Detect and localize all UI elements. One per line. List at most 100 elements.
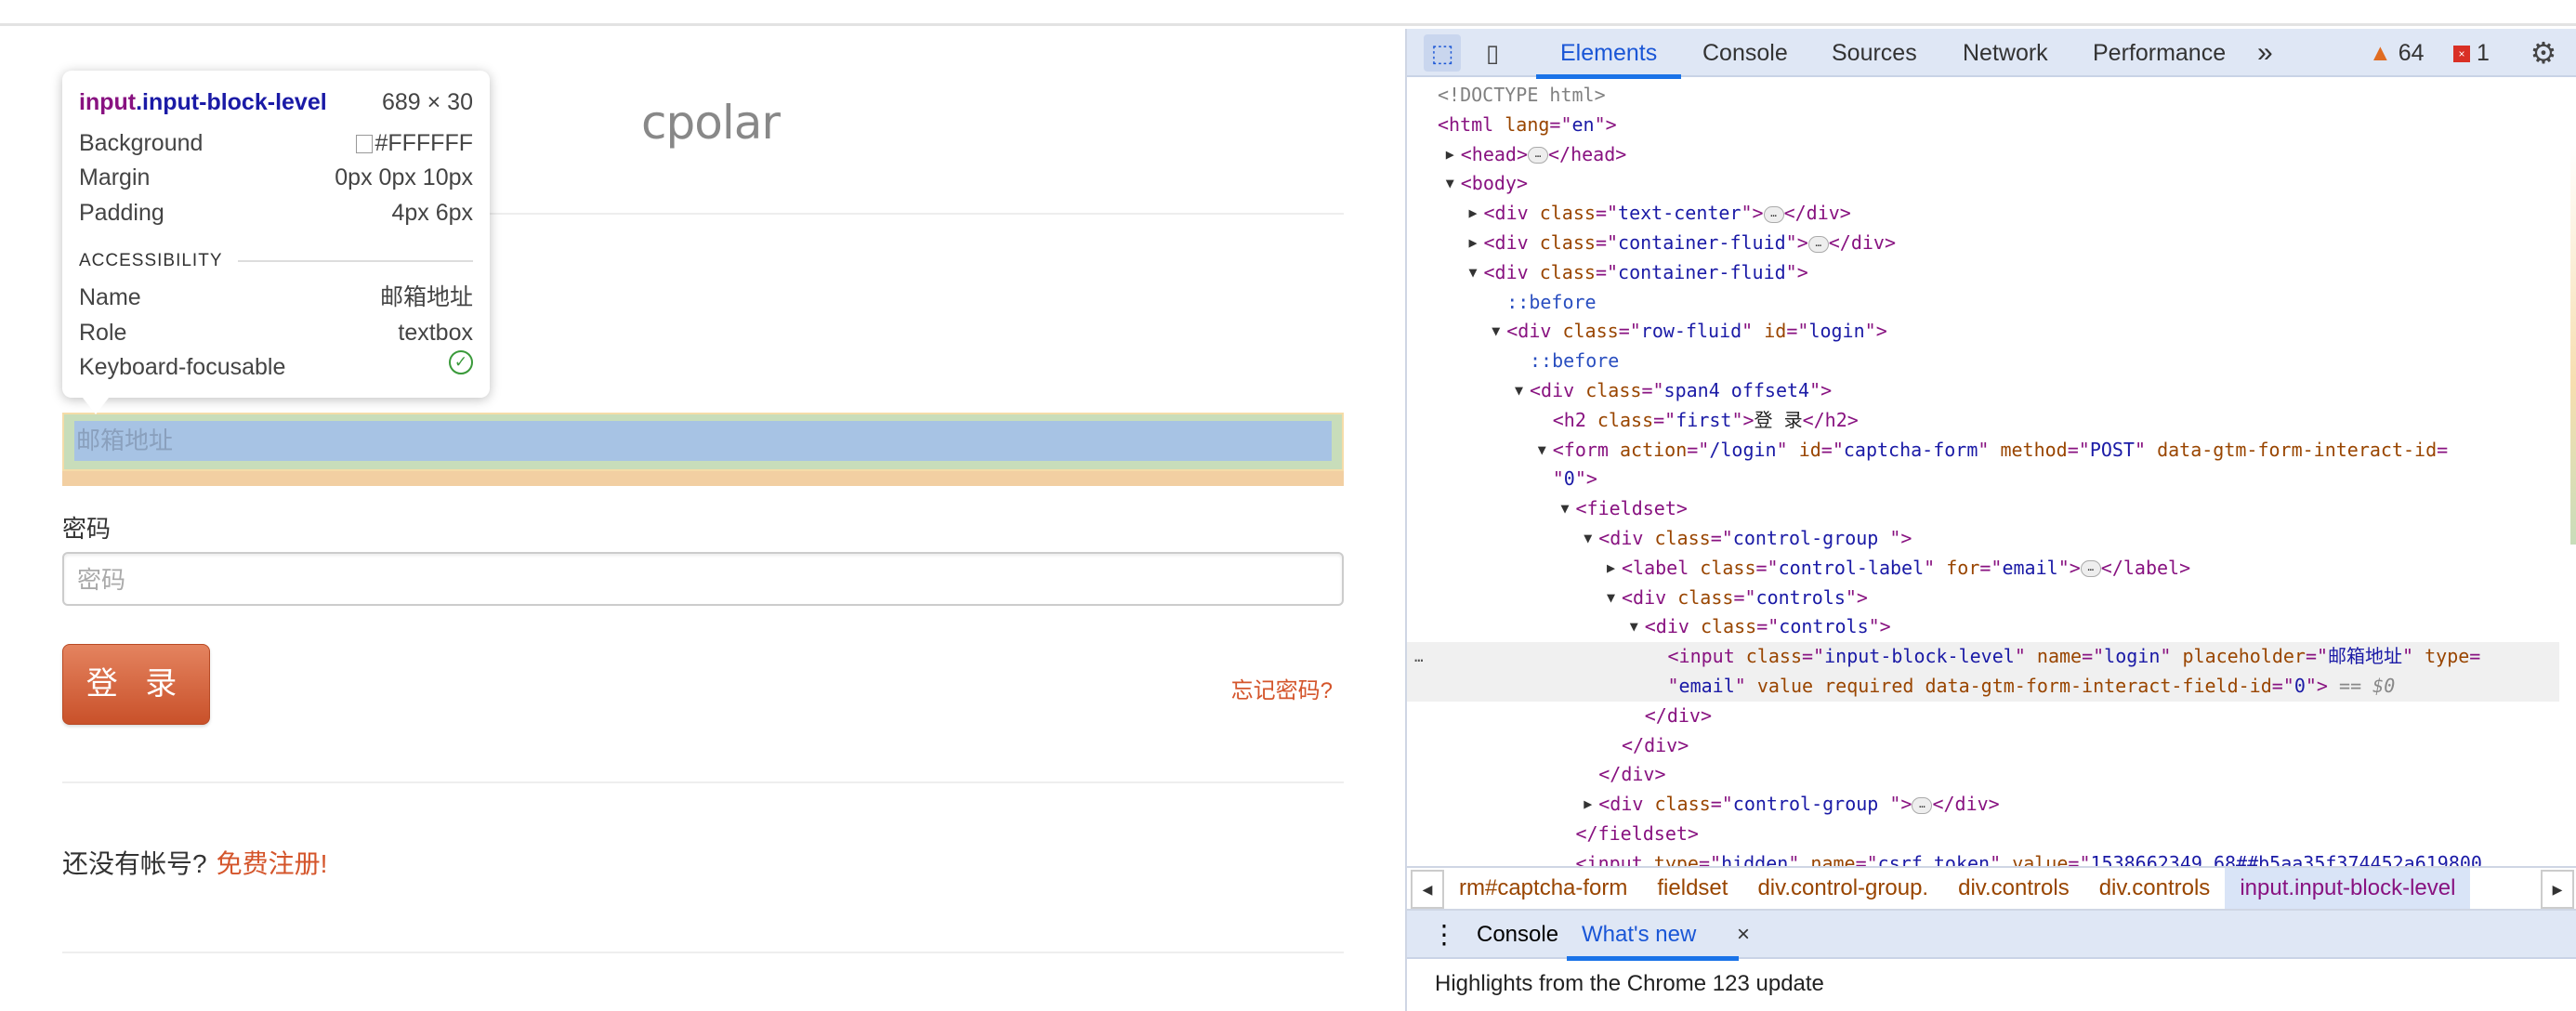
code-token: "> [1594, 112, 1617, 136]
tab-elements[interactable]: Elements [1535, 29, 1682, 79]
drawer-tab-console[interactable]: Console [1477, 911, 1558, 959]
collapse-arrow-icon[interactable]: ▼ [1561, 494, 1570, 524]
expand-arrow-icon[interactable]: ▶ [1469, 229, 1478, 258]
breadcrumb-item[interactable]: fieldset [1642, 868, 1742, 909]
code-token: </head> [1548, 142, 1627, 165]
dom-node-line[interactable]: ▼ <div class="controls"> [1407, 612, 2559, 642]
tab-network[interactable]: Network [1963, 29, 2048, 77]
dom-node-line[interactable]: ▶ <div class="text-center">… </div> [1407, 199, 2559, 229]
code-token: action [1620, 438, 1688, 461]
device-toolbar-icon[interactable]: ▯ [1474, 34, 1511, 72]
gear-icon[interactable]: ⚙ [2525, 34, 2562, 72]
breadcrumb-item[interactable]: div.control-group. [1742, 868, 1943, 909]
row-menu-icon[interactable]: … [1414, 642, 1424, 672]
ellipsis-icon[interactable]: … [1807, 235, 1829, 253]
dom-node-line[interactable]: </div> [1407, 702, 2559, 731]
dom-node-text: <body> [1461, 169, 1528, 199]
login-button[interactable]: 登 录 [62, 644, 210, 725]
dom-node-line[interactable]: ▼ <div class="span4 offset4"> [1407, 376, 2559, 406]
collapse-arrow-icon[interactable]: ▼ [1630, 612, 1638, 642]
close-icon[interactable]: × [1737, 911, 1750, 959]
dom-node-line[interactable]: </div> [1407, 731, 2559, 761]
dom-node-line[interactable]: ▼ <form action="/login" id="captcha-form"… [1407, 436, 2559, 466]
dom-node-line[interactable]: ▶ <label class="control-label" for="email… [1407, 554, 2559, 584]
password-input[interactable]: 密码 [62, 552, 1344, 606]
code-token: first [1676, 408, 1732, 431]
code-token: container-fluid [1618, 260, 1786, 283]
expand-arrow-icon[interactable]: ▶ [1469, 199, 1478, 229]
tooltip-value: 0px 0px 10px [335, 164, 473, 190]
dom-tree: <!DOCTYPE html> <html lang="en"> ▶ <head>… <… [1407, 81, 2559, 866]
errors-counter[interactable]: × 1 [2453, 29, 2490, 77]
code-token: class [1539, 202, 1596, 225]
scrollbar[interactable] [2570, 145, 2576, 545]
expand-arrow-icon[interactable]: ▶ [1446, 140, 1454, 170]
dom-node-line[interactable]: … <input class="input-block-level" name="… [1407, 642, 2559, 672]
highlight-margin [62, 471, 1344, 486]
code-token: <div [1483, 260, 1540, 283]
dom-node-line[interactable]: ▼ <fieldset> [1407, 494, 2559, 524]
dom-node-line[interactable]: <html lang="en"> [1407, 111, 2559, 140]
breadcrumb-item[interactable]: rm#captcha-form [1444, 868, 1642, 909]
dom-node-line[interactable]: <input type="hidden" name="csrf_token" v… [1407, 849, 2559, 866]
code-token: <!DOCTYPE html> [1438, 84, 1606, 106]
collapse-arrow-icon[interactable]: ▼ [1492, 317, 1500, 347]
drawer-menu-icon[interactable]: ⋮ [1431, 911, 1457, 959]
code-token: </div> [1932, 793, 2000, 816]
tab-sources[interactable]: Sources [1832, 29, 1917, 77]
more-tabs-icon[interactable]: » [2257, 29, 2273, 77]
tooltip-label: Name [79, 284, 141, 310]
tooltip-class: .input-block-level [136, 89, 327, 115]
dom-node-text: <!DOCTYPE html> [1438, 81, 1606, 111]
breadcrumb-item[interactable]: input.input-block-level [2225, 868, 2471, 909]
code-token: "> [1785, 260, 1808, 283]
collapse-arrow-icon[interactable]: ▼ [1515, 376, 1523, 406]
dom-node-line[interactable]: ▼ <body> [1407, 169, 2559, 199]
dom-node-line[interactable]: ::before [1407, 288, 2559, 318]
code-token: <div [1483, 202, 1540, 225]
breadcrumb-scroll-left-icon[interactable]: ◀ [1411, 870, 1444, 909]
dom-node-line[interactable]: ::before [1407, 347, 2559, 376]
collapse-arrow-icon[interactable]: ▼ [1584, 524, 1592, 554]
collapse-arrow-icon[interactable]: ▼ [1469, 258, 1478, 288]
tab-console[interactable]: Console [1702, 29, 1788, 77]
dom-node-line[interactable]: <h2 class="first">登 录</h2> [1407, 406, 2559, 436]
inspect-element-icon[interactable]: ⬚ [1424, 34, 1461, 72]
collapse-arrow-icon[interactable]: ▼ [1538, 436, 1546, 466]
ellipsis-icon[interactable]: … [2080, 560, 2101, 578]
collapse-arrow-icon[interactable]: ▼ [1607, 584, 1615, 613]
dom-node-line[interactable]: ▶ <div class="control-group ">… </div> [1407, 790, 2559, 820]
ellipsis-icon[interactable]: … [1528, 147, 1548, 164]
register-link[interactable]: 免费注册! [217, 849, 328, 878]
dom-node-line[interactable]: ▶ <div class="container-fluid">… </div> [1407, 229, 2559, 258]
code-token: "> [1809, 379, 1833, 401]
drawer-tab-whats-new[interactable]: What's new [1566, 911, 1740, 961]
breadcrumb-item[interactable]: div.controls [1943, 868, 2084, 909]
code-token: 邮箱地址 [2328, 645, 2403, 668]
code-token: lang [1505, 112, 1550, 136]
expand-arrow-icon[interactable]: ▶ [1607, 554, 1615, 584]
code-token: name [1810, 851, 1856, 866]
dom-node-line[interactable]: ▼ <div class="container-fluid"> [1407, 258, 2559, 288]
dom-node-line[interactable]: "email" value required data-gtm-form-int… [1407, 672, 2559, 702]
ellipsis-icon[interactable]: … [1912, 796, 1933, 814]
code-token: ::before [1530, 349, 1620, 373]
dom-node-line[interactable]: "0"> [1407, 465, 2559, 494]
dom-node-line[interactable]: </div> [1407, 760, 2559, 790]
ellipsis-icon[interactable]: … [1763, 205, 1784, 223]
breadcrumb-item[interactable]: div.controls [2084, 868, 2226, 909]
email-input[interactable]: 邮箱地址 [74, 421, 1332, 461]
dom-node-line[interactable]: ▼ <div class="controls"> [1407, 584, 2559, 613]
collapse-arrow-icon[interactable]: ▼ [1446, 169, 1454, 199]
tab-performance[interactable]: Performance [2093, 29, 2226, 77]
dom-node-line[interactable]: <!DOCTYPE html> [1407, 81, 2559, 111]
expand-arrow-icon[interactable]: ▶ [1584, 790, 1592, 820]
dom-node-line[interactable]: ▼ <div class="row-fluid" id="login"> [1407, 317, 2559, 347]
breadcrumb-scroll-right-icon[interactable]: ▶ [2541, 870, 2574, 909]
warnings-counter[interactable]: ▲ 64 [2369, 29, 2425, 77]
code-token: "> [1845, 585, 1868, 609]
dom-node-line[interactable]: ▶ <head>… </head> [1407, 140, 2559, 170]
dom-node-line[interactable]: </fieldset> [1407, 820, 2559, 849]
dom-node-line[interactable]: ▼ <div class="control-group "> [1407, 524, 2559, 554]
forgot-password-link[interactable]: 忘记密码? [1231, 672, 1333, 704]
